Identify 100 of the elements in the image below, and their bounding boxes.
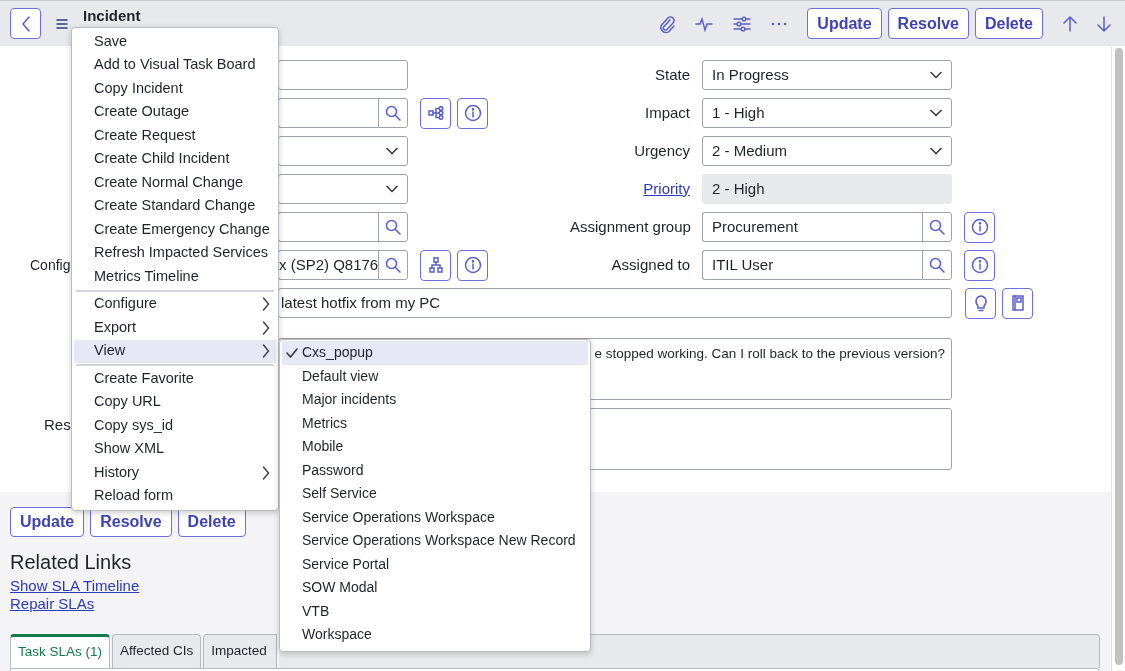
knowledge-button[interactable] [1002,287,1033,319]
field-label-link[interactable]: Priority [643,179,690,197]
chevron-down-icon [930,109,942,117]
menu-item[interactable]: Password [282,458,588,482]
text-field[interactable] [278,60,408,90]
field-label: State [654,65,690,83]
lookup-field[interactable] [278,212,378,242]
resolve-button[interactable]: Resolve [887,8,969,39]
search-icon [385,257,401,273]
menu-item[interactable]: History [74,461,276,485]
search-button[interactable] [922,212,952,242]
lookup-field[interactable] [278,98,378,128]
menu-item[interactable]: Create Standard Change [74,194,276,218]
menu-item[interactable]: Copy URL [74,390,276,414]
tab[interactable]: Affected CIs [112,634,202,668]
menu-item[interactable]: Self Service [282,482,588,506]
lookup-field[interactable]: x (SP2) Q8176 [278,250,378,280]
menu-item[interactable]: Reload form [74,484,276,508]
tab[interactable]: Task SLAs (1) [10,634,111,668]
activity-button[interactable] [695,15,714,32]
menu-item[interactable]: Service Portal [282,552,588,576]
graph-button[interactable] [420,97,451,129]
select-field[interactable] [278,136,408,166]
menu-item[interactable]: Service Operations Workspace New Record [282,529,588,553]
info-button[interactable] [964,249,995,281]
menu-item[interactable]: Copy Incident [74,77,276,101]
scrollbar-thumb[interactable] [1114,48,1123,665]
menu-icon [56,18,68,29]
select-field[interactable] [278,174,408,204]
menu-item[interactable]: SOW Modal [282,576,588,600]
info-button[interactable] [457,249,488,281]
search-button[interactable] [378,98,408,128]
chevron-down-icon [930,147,942,155]
sliders-icon [733,15,752,32]
short-description-field[interactable]: latest hotfix from my PC [278,288,952,318]
menu-item[interactable]: Refresh Impacted Services [74,241,276,265]
hierarchy-icon [428,257,443,273]
hierarchy-button[interactable] [420,249,451,281]
menu-item[interactable]: View [74,339,276,363]
arrow-down-icon [1097,15,1111,32]
field-label: Config [30,256,71,273]
menu-item[interactable]: Cxs_popup [282,341,588,365]
previous-record-button[interactable] [1063,15,1077,32]
related-link[interactable]: Repair SLAs [10,595,95,612]
search-button[interactable] [922,250,952,280]
menu-item[interactable]: Create Child Incident [74,147,276,171]
menu-item[interactable]: Create Request [74,124,276,148]
search-button[interactable] [378,212,408,242]
info-button[interactable] [964,211,995,243]
related-link[interactable]: Show SLA Timeline [10,577,140,594]
search-icon [385,219,401,235]
search-button[interactable] [378,250,408,280]
menu-item[interactable]: Metrics Timeline [74,265,276,289]
menu-button[interactable] [56,18,68,29]
menu-item[interactable]: Add to Visual Task Board [74,53,276,77]
select-field[interactable]: 1 - High [702,98,952,128]
info-icon [970,218,989,236]
menu-item[interactable]: Create Favorite [74,367,276,391]
menu-item[interactable]: Show XML [74,437,276,461]
info-button[interactable] [457,97,488,129]
sliders-button[interactable] [733,15,752,32]
paperclip-button[interactable] [659,14,676,33]
select-field[interactable]: In Progress [702,60,952,90]
menu-item[interactable]: Export [74,316,276,340]
menu-item[interactable]: Create Normal Change [74,171,276,195]
menu-item[interactable]: Configure [74,292,276,316]
select-field[interactable]: 2 - Medium [702,136,952,166]
tab[interactable]: Impacted [203,634,277,668]
readonly-field: 2 - High [702,174,952,204]
menu-item[interactable]: Create Emergency Change [74,218,276,242]
info-icon [463,104,482,122]
more-button[interactable] [771,21,788,26]
chevron-right-icon [262,297,270,312]
field-label: Impact [645,103,690,121]
update-button[interactable]: Update [10,507,85,537]
menu-item[interactable]: Workspace [282,623,588,647]
menu-item[interactable]: Default view [282,364,588,388]
menu-item[interactable]: Metrics [282,411,588,435]
menu-item[interactable]: Service Operations Workspace [282,505,588,529]
delete-button[interactable]: Delete [974,8,1043,39]
menu-item[interactable]: Create Outage [74,100,276,124]
back-button[interactable] [10,8,41,39]
lightbulb-icon [973,294,988,312]
menu-item[interactable]: Mobile [282,435,588,459]
search-icon [385,105,401,121]
menu-item[interactable]: Copy sys_id [74,414,276,438]
node-graph-icon [427,106,444,120]
back-icon [20,15,31,32]
next-record-button[interactable] [1097,15,1111,32]
menu-item[interactable]: VTB [282,599,588,623]
page-title: Incident [83,6,141,26]
menu-item[interactable]: Save [74,30,276,54]
field-label: Urgency [634,141,690,159]
suggestion-button[interactable] [965,287,996,319]
chevron-down-icon [930,71,942,79]
lookup-field[interactable]: ITIL User [702,250,922,280]
field-label: Assignment group [570,217,691,235]
update-button[interactable]: Update [807,8,882,39]
paperclip-icon [659,14,676,33]
lookup-field[interactable]: Procurement [702,212,922,242]
